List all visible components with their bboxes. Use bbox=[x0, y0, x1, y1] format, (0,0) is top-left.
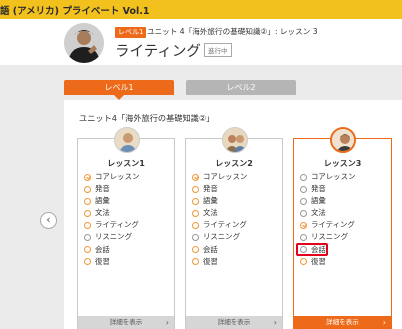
circle-icon bbox=[192, 246, 199, 254]
check-icon bbox=[84, 173, 91, 181]
circle-icon bbox=[192, 221, 199, 229]
lesson-item-list: コアレッスン 発音 語彙 文法 ライティング リスニング 会話 復習 bbox=[296, 171, 355, 268]
lesson-item[interactable]: 発音 bbox=[299, 183, 355, 195]
lesson-item[interactable]: ライティング bbox=[299, 219, 355, 231]
lesson-item[interactable]: 語彙 bbox=[83, 195, 139, 207]
lesson-item[interactable]: 文法 bbox=[299, 207, 355, 219]
circle-icon bbox=[84, 258, 91, 266]
tab-level-2[interactable]: レベル2 bbox=[186, 80, 296, 95]
circle-icon bbox=[300, 233, 307, 241]
lesson-item[interactable]: リスニング bbox=[299, 231, 355, 243]
lesson-title: レッスン1 bbox=[107, 159, 145, 168]
lesson-item[interactable]: 復習 bbox=[191, 256, 247, 268]
lesson-item[interactable]: リスニング bbox=[83, 231, 139, 243]
lesson-item[interactable]: コアレッスン bbox=[299, 171, 355, 183]
lesson-item[interactable]: ライティング bbox=[83, 219, 139, 231]
circle-icon bbox=[192, 233, 199, 241]
circle-icon bbox=[192, 209, 199, 217]
circle-icon bbox=[192, 258, 199, 266]
unit-heading: ユニット4「海外旅行の基礎知識②」 bbox=[79, 113, 215, 123]
lesson-card-1[interactable]: レッスン1 コアレッスン 発音 語彙 文法 ライティング リスニング 会話 復習… bbox=[77, 127, 175, 329]
lesson-item[interactable]: 語彙 bbox=[299, 195, 355, 207]
lesson-item[interactable]: ライティング bbox=[191, 219, 247, 231]
lesson-card-3[interactable]: レッスン3 コアレッスン 発音 語彙 文法 ライティング リスニング 会話 復習… bbox=[293, 127, 392, 329]
level-badge: レベル1 bbox=[115, 27, 147, 38]
circle-icon bbox=[84, 197, 91, 205]
lesson-item[interactable]: 文法 bbox=[83, 207, 139, 219]
lesson-item-list: コアレッスン 発音 語彙 文法 ライティング リスニング 会話 復習 bbox=[191, 171, 247, 268]
lesson-item[interactable]: リスニング bbox=[191, 231, 247, 243]
page-title: ライティング bbox=[115, 44, 201, 60]
lesson-3-illustration bbox=[330, 127, 356, 153]
check-icon bbox=[300, 221, 307, 229]
circle-icon bbox=[300, 185, 307, 193]
lesson-item[interactable]: 復習 bbox=[299, 256, 355, 268]
lesson-item[interactable]: コアレッスン bbox=[83, 171, 139, 183]
lesson-item[interactable]: コアレッスン bbox=[191, 171, 247, 183]
course-title: 語 (アメリカ) プライベート Vol.1 bbox=[0, 6, 150, 17]
circle-icon bbox=[300, 197, 307, 205]
circle-icon bbox=[300, 258, 307, 266]
circle-icon bbox=[192, 185, 199, 193]
prev-arrow-button[interactable]: ‹ bbox=[40, 212, 57, 229]
teacher-avatar bbox=[64, 23, 104, 63]
circle-icon bbox=[300, 173, 307, 181]
lesson-item-highlighted[interactable]: 会話 bbox=[296, 242, 355, 256]
circle-icon bbox=[84, 221, 91, 229]
lesson-title: レッスン2 bbox=[215, 159, 253, 168]
circle-icon bbox=[84, 233, 91, 241]
lesson-item[interactable]: 会話 bbox=[83, 244, 139, 256]
status-badge: 進行中 bbox=[204, 43, 232, 57]
lesson-item-list: コアレッスン 発音 語彙 文法 ライティング リスニング 会話 復習 bbox=[83, 171, 139, 268]
circle-icon bbox=[84, 185, 91, 193]
lesson-header: レベル1 ユニット 4「海外旅行の基礎知識②」: レッスン 3 ライティング 進… bbox=[0, 19, 402, 65]
lesson-item[interactable]: 語彙 bbox=[191, 195, 247, 207]
chevron-right-icon: › bbox=[273, 318, 277, 327]
circle-icon bbox=[300, 209, 307, 217]
chevron-left-icon: ‹ bbox=[46, 213, 51, 226]
lesson-item[interactable]: 復習 bbox=[83, 256, 139, 268]
check-icon bbox=[192, 173, 199, 181]
chevron-right-icon: › bbox=[382, 318, 386, 327]
lesson-item[interactable]: 発音 bbox=[191, 183, 247, 195]
lesson-1-illustration bbox=[114, 127, 140, 153]
lesson-title: レッスン3 bbox=[323, 159, 362, 168]
lesson-item[interactable]: 文法 bbox=[191, 207, 247, 219]
unit-lesson-label: ユニット 4「海外旅行の基礎知識②」: レッスン 3 bbox=[147, 27, 318, 36]
top-bar: 語 (アメリカ) プライベート Vol.1 bbox=[0, 0, 402, 19]
lesson-item[interactable]: 会話 bbox=[191, 244, 247, 256]
circle-icon bbox=[84, 246, 91, 254]
circle-icon bbox=[84, 209, 91, 217]
lesson-card-2[interactable]: レッスン2 コアレッスン 発音 語彙 文法 ライティング リスニング 会話 復習… bbox=[185, 127, 283, 329]
tab-level-1[interactable]: レベル1 bbox=[64, 80, 174, 100]
circle-icon bbox=[192, 197, 199, 205]
detail-button[interactable]: 詳細を表示 › bbox=[294, 316, 391, 329]
lesson-item[interactable]: 発音 bbox=[83, 183, 139, 195]
detail-button[interactable]: 詳細を表示 › bbox=[186, 316, 282, 329]
detail-button[interactable]: 詳細を表示 › bbox=[78, 316, 174, 329]
chevron-right-icon: › bbox=[165, 318, 169, 327]
lesson-2-illustration bbox=[222, 127, 248, 153]
circle-icon bbox=[300, 246, 307, 254]
